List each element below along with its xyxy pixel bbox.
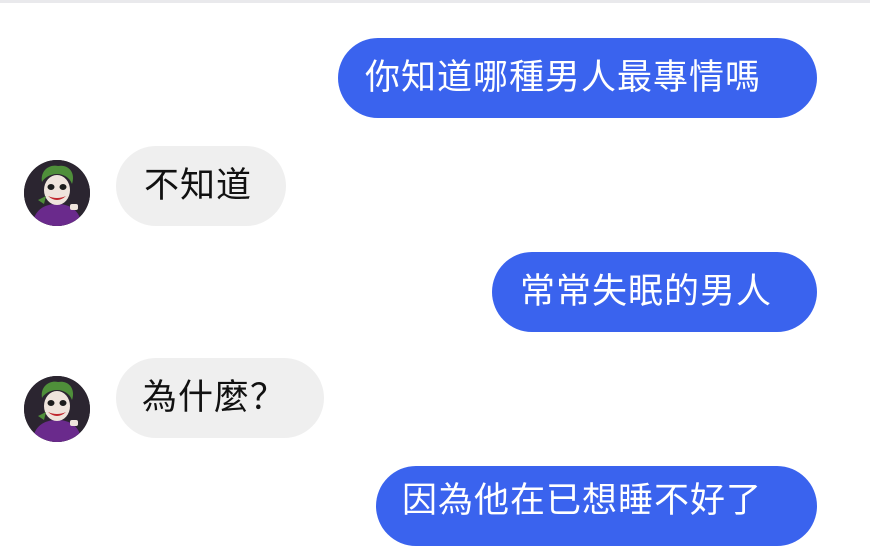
message-text: 為什麼？ (142, 378, 287, 418)
joker-avatar-icon (24, 160, 90, 226)
message-bubble-outgoing[interactable]: 你知道哪種男人最專情嗎 (338, 38, 817, 118)
message-text: 常常失眠的男人 (520, 272, 773, 312)
message-text: 你知道哪種男人最專情嗎 (365, 58, 762, 98)
message-bubble-incoming[interactable]: 為什麼？ (116, 358, 324, 438)
top-divider (0, 0, 870, 3)
contact-avatar[interactable] (24, 160, 90, 226)
message-text: 因為他在已想睡不好了 (402, 481, 763, 521)
message-bubble-outgoing[interactable]: 常常失眠的男人 (492, 252, 817, 332)
contact-avatar[interactable] (24, 376, 90, 442)
joker-avatar-icon (24, 376, 90, 442)
message-bubble-incoming[interactable]: 不知道 (116, 146, 286, 226)
message-text: 不知道 (144, 166, 253, 206)
message-bubble-outgoing[interactable]: 因為他在已想睡不好了 (376, 466, 817, 546)
